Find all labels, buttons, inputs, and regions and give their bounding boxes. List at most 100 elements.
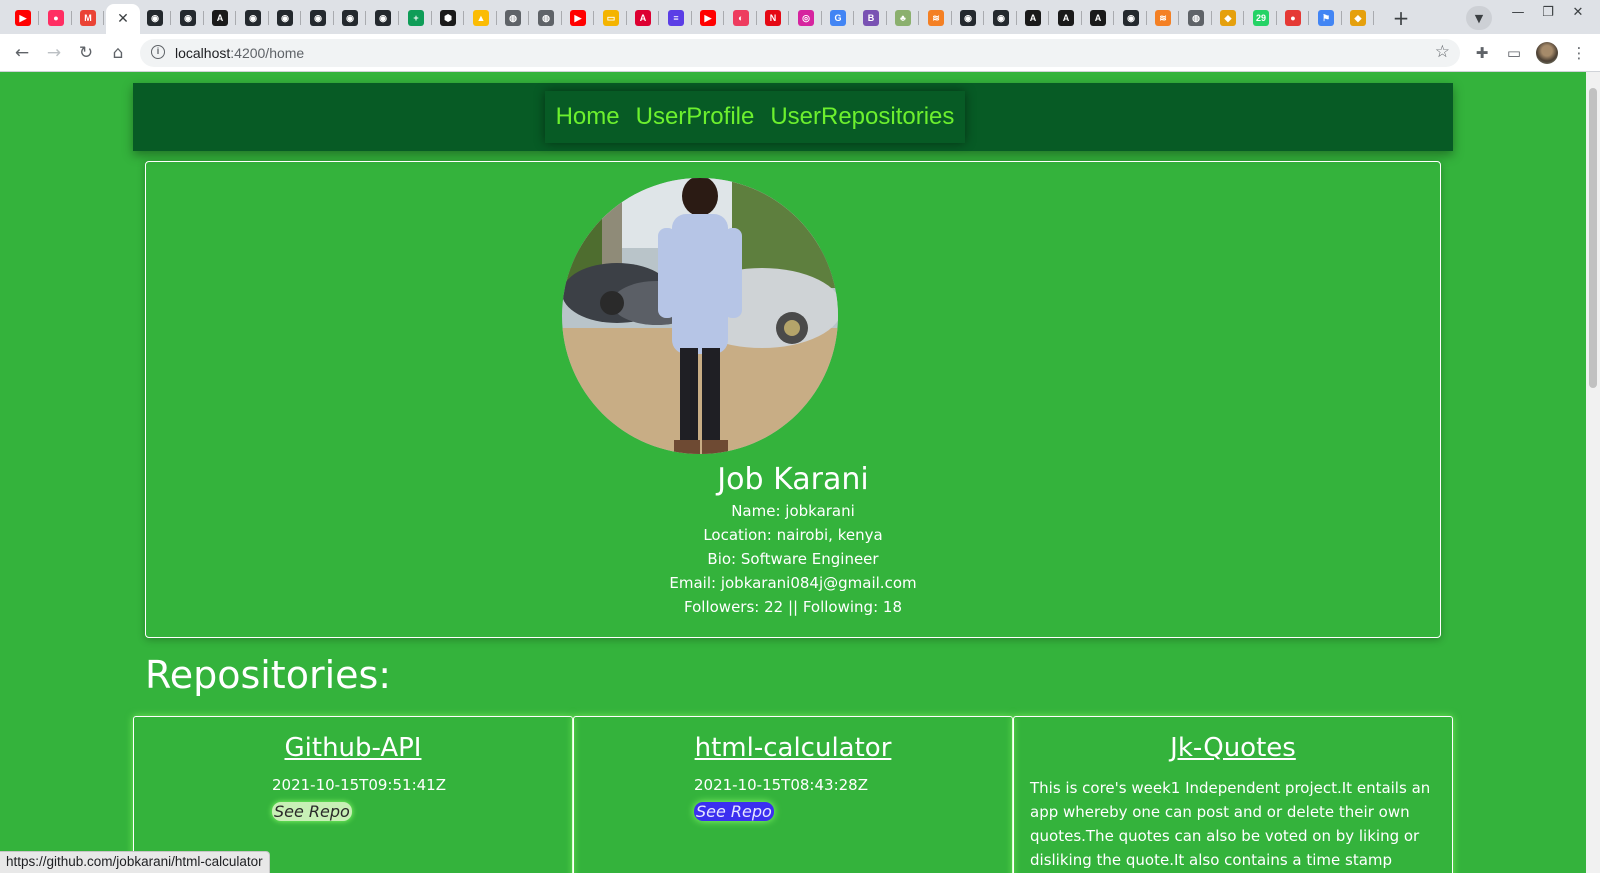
browser-tab[interactable]: A xyxy=(205,4,236,32)
browser-tab[interactable]: ▶ xyxy=(563,4,594,32)
youtube-icon: ▶ xyxy=(15,10,31,26)
browser-tab[interactable]: ▶ xyxy=(8,4,39,32)
slides-icon: ▭ xyxy=(603,10,619,26)
repo-name-link[interactable]: Github-API xyxy=(134,733,572,763)
address-url[interactable]: localhost:4200/home xyxy=(175,45,304,61)
github-icon: ◉ xyxy=(245,10,261,26)
angular-red-icon: A xyxy=(635,10,651,26)
browser-tab[interactable]: ⚑ xyxy=(1311,4,1342,32)
github-icon: ◉ xyxy=(1123,10,1139,26)
nav-userprofile-link[interactable]: UserProfile xyxy=(636,103,755,131)
browser-tab[interactable]: ◉ xyxy=(953,4,984,32)
bookmark-star-icon[interactable]: ☆ xyxy=(1435,42,1450,62)
browser-tab[interactable]: ◉ xyxy=(986,4,1017,32)
address-bar[interactable]: i localhost:4200/home ☆ xyxy=(140,39,1460,67)
app-icon: ◐ xyxy=(733,10,749,26)
tab-search-button[interactable]: ▼ xyxy=(1466,6,1492,30)
new-tab-button[interactable]: + xyxy=(1389,6,1413,30)
tab-separator xyxy=(300,11,301,25)
browser-tab[interactable]: ◉ xyxy=(368,4,399,32)
hexagon-icon: ⬢ xyxy=(440,10,456,26)
browser-tab[interactable]: ● xyxy=(1278,4,1309,32)
browser-tab[interactable]: B xyxy=(856,4,887,32)
browser-tab[interactable]: ◆ xyxy=(1213,4,1244,32)
page-scrollbar[interactable] xyxy=(1586,72,1600,873)
browser-tab[interactable]: + xyxy=(401,4,432,32)
repo-name-link[interactable]: Jk-Quotes xyxy=(1014,733,1452,763)
browser-tab[interactable]: ◉ xyxy=(238,4,269,32)
browser-tab[interactable]: ▲ xyxy=(466,4,497,32)
tab-separator xyxy=(918,11,919,25)
see-repo-link[interactable]: See Repo xyxy=(694,802,774,821)
browser-tab[interactable]: G xyxy=(823,4,854,32)
browser-tab[interactable]: ◍ xyxy=(531,4,562,32)
browser-tab[interactable]: A xyxy=(1018,4,1049,32)
browser-tab[interactable]: ● xyxy=(41,4,72,32)
restore-button[interactable]: ❐ xyxy=(1535,5,1561,20)
tab-separator xyxy=(1243,11,1244,25)
arrow-left-icon: ← xyxy=(14,43,30,63)
browser-tab[interactable]: A xyxy=(1083,4,1114,32)
extensions-icon[interactable]: ✚ xyxy=(1471,42,1493,64)
scrollbar-thumb[interactable] xyxy=(1589,88,1597,388)
angular-icon: A xyxy=(1090,10,1106,26)
site-info-icon[interactable]: i xyxy=(151,45,165,59)
cast-icon[interactable]: ▭ xyxy=(1503,42,1525,64)
tab-separator xyxy=(496,11,497,25)
browser-tab[interactable]: ◉ xyxy=(335,4,366,32)
github-icon: ◉ xyxy=(180,10,196,26)
nav-userrepositories-link[interactable]: UserRepositories xyxy=(770,103,954,131)
browser-tab[interactable]: ⬢ xyxy=(433,4,464,32)
browser-tab[interactable]: ✕ xyxy=(106,4,140,34)
browser-tab[interactable]: ◉ xyxy=(140,4,171,32)
minimize-button[interactable]: — xyxy=(1505,5,1531,20)
browser-tab[interactable]: ◉ xyxy=(270,4,301,32)
home-button[interactable]: ⌂ xyxy=(106,41,130,65)
browser-tab[interactable]: ◍ xyxy=(1181,4,1212,32)
tab-separator xyxy=(203,11,204,25)
tab-separator xyxy=(1113,11,1114,25)
sheets-icon: + xyxy=(408,10,424,26)
tab-separator xyxy=(268,11,269,25)
repo-name-link[interactable]: html-calculator xyxy=(574,733,1012,763)
browser-tab[interactable]: ◉ xyxy=(173,4,204,32)
browser-tab[interactable]: ≡ xyxy=(661,4,692,32)
browser-tab[interactable]: ▶ xyxy=(693,4,724,32)
stackoverflow-icon: ≋ xyxy=(1155,10,1171,26)
nav-home-link[interactable]: Home xyxy=(556,103,620,131)
browser-tab[interactable]: 29 xyxy=(1246,4,1277,32)
repo-card: Github-API 2021-10-15T09:51:41Z See Repo xyxy=(133,716,573,873)
browser-tab[interactable]: ◎ xyxy=(791,4,822,32)
browser-tab[interactable]: ◐ xyxy=(726,4,757,32)
see-repo-link[interactable]: See Repo xyxy=(272,802,352,821)
list-icon: ≡ xyxy=(668,10,684,26)
browser-tab[interactable]: ♣ xyxy=(888,4,919,32)
close-window-button[interactable]: ✕ xyxy=(1565,5,1591,20)
close-icon[interactable]: ✕ xyxy=(117,11,129,27)
browser-tab[interactable]: M xyxy=(73,4,104,32)
profile-avatar[interactable] xyxy=(1536,42,1558,64)
reload-button[interactable]: ↻ xyxy=(74,41,98,65)
browser-tab[interactable]: ≋ xyxy=(921,4,952,32)
browser-tab[interactable]: A xyxy=(1051,4,1082,32)
browser-tab[interactable]: N xyxy=(758,4,789,32)
browser-tab[interactable]: ≋ xyxy=(1148,4,1179,32)
tab-separator xyxy=(1146,11,1147,25)
browser-tab[interactable]: ◉ xyxy=(1116,4,1147,32)
tab-separator xyxy=(561,11,562,25)
tab-separator xyxy=(821,11,822,25)
profile-follow-counts: Followers: 22 || Following: 18 xyxy=(684,598,902,616)
browser-tab[interactable]: ◍ xyxy=(498,4,529,32)
globe-icon: ◍ xyxy=(1188,10,1204,26)
browser-tab[interactable]: ◆ xyxy=(1343,4,1374,32)
browser-tab[interactable]: ▭ xyxy=(596,4,627,32)
forward-button[interactable]: → xyxy=(42,41,66,65)
profile-email: Email: jobkarani084j@gmail.com xyxy=(669,574,917,592)
browser-tab[interactable]: A xyxy=(628,4,659,32)
site-navbar: Home UserProfile UserRepositories xyxy=(133,83,1453,151)
browser-tab[interactable]: ◉ xyxy=(303,4,334,32)
github-icon: ◉ xyxy=(960,10,976,26)
back-button[interactable]: ← xyxy=(10,41,34,65)
menu-kebab-icon[interactable]: ⋮ xyxy=(1568,42,1590,64)
gmail-icon: M xyxy=(80,10,96,26)
